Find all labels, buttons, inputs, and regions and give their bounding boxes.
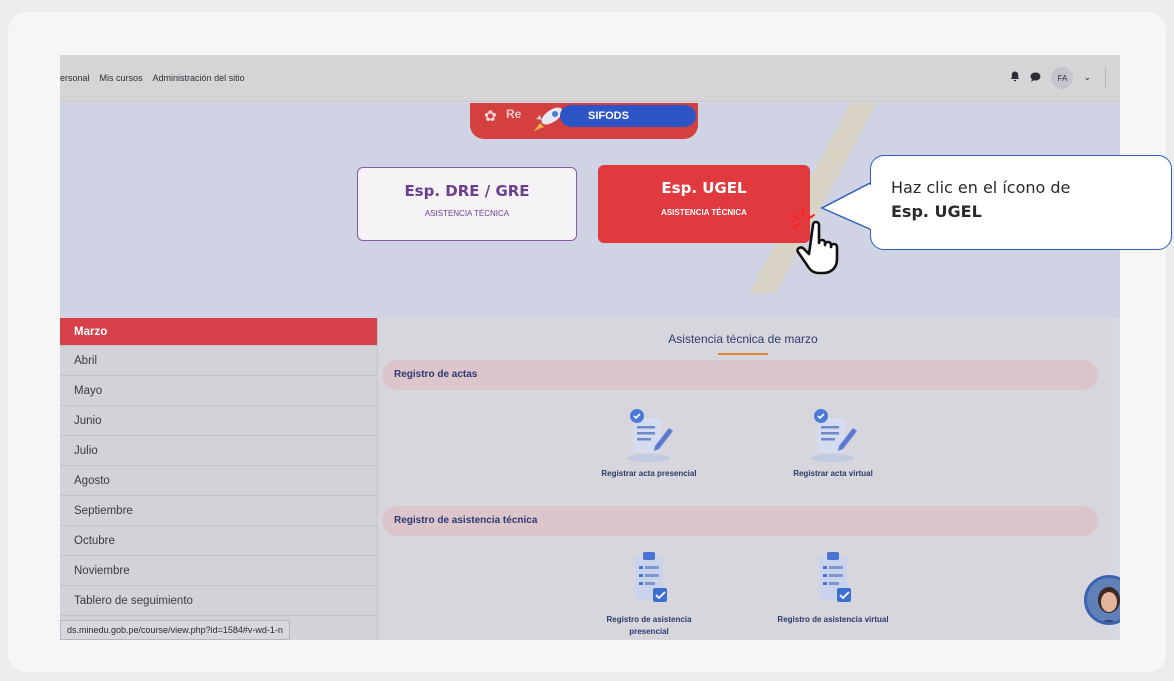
sidebar-item-abril[interactable]: Abril [60,346,377,376]
sidebar-item-agosto[interactable]: Agosto [60,466,377,496]
chat-bubble-icon[interactable] [1030,72,1041,85]
tile-acta-presencial[interactable]: Registrar acta presencial [574,404,724,480]
dre-subtitle: ASISTENCIA TÉCNICA [424,209,510,218]
browser-screenshot: ersonal Mis cursos Administración del si… [60,55,1120,640]
clipboard-check-icon [819,552,851,602]
tile-acta-virtual[interactable]: Registrar acta virtual [758,404,908,480]
nav-right: FA ⌄ [1010,67,1106,89]
recursos-label-left: Re [506,107,522,121]
nav-link-personal[interactable]: ersonal [60,73,90,83]
section-registro-actas: Registro de actas [382,360,1098,390]
gear-icon: ✿ [484,107,497,125]
instruction-callout: Haz clic en el ícono de Esp. UGEL [870,155,1172,250]
person-avatar-icon [1087,578,1120,622]
sidebar-item-octubre[interactable]: Octubre [60,526,377,556]
bell-icon[interactable] [1010,71,1020,85]
tile-label: Registro de asistencia [606,615,692,624]
page-title: Asistencia técnica de marzo [668,332,818,346]
tile-label-line2: presencial [629,627,669,636]
esp-dre-gre-button[interactable]: Esp. DRE / GRE ASISTENCIA TÉCNICA [357,167,577,241]
sidebar-item-marzo[interactable]: Marzo [60,318,377,346]
title-underline [718,353,768,355]
clipboard-check-icon [635,552,667,602]
main-content: Asistencia técnica de marzo Registro de … [377,318,1107,640]
callout-pointer [820,181,873,231]
sidebar-item-tablero[interactable]: Tablero de seguimiento [60,586,377,616]
section-registro-asistencia: Registro de asistencia técnica [382,506,1098,536]
callout-line1: Haz clic en el ícono de [891,178,1071,197]
document-edit-icon [811,409,857,462]
esp-ugel-button[interactable]: Esp. UGEL ASISTENCIA TÉCNICA [598,165,810,243]
sifods-badge: SIFODS [560,105,696,127]
callout-text: Haz clic en el ícono de Esp. UGEL [891,176,1070,224]
status-bar-url: ds.minedu.gob.pe/course/view.php?id=1584… [60,620,290,640]
nav-link-admin[interactable]: Administración del sitio [153,73,245,83]
nav-links: ersonal Mis cursos Administración del si… [60,73,245,83]
tile-label: Registro de asistencia virtual [777,615,889,624]
sidebar-item-julio[interactable]: Julio [60,436,377,466]
ugel-title: Esp. UGEL [661,179,747,197]
tile-asistencia-presencial[interactable]: Registro de asistencia presencial [574,548,724,638]
document-edit-icon [627,409,673,462]
user-avatar[interactable]: FA [1051,67,1074,89]
chevron-down-icon[interactable]: ⌄ [1083,73,1091,83]
callout-bold: Esp. UGEL [891,202,982,221]
nav-link-mis-cursos[interactable]: Mis cursos [100,73,143,83]
divider [1105,67,1106,89]
callout-pointer-cover [870,185,874,229]
dre-title: Esp. DRE / GRE [404,182,530,200]
month-sidebar: Marzo Abril Mayo Junio Julio Agosto Sept… [60,318,377,640]
ugel-subtitle: ASISTENCIA TÉCNICA [661,208,747,217]
top-navbar: ersonal Mis cursos Administración del si… [60,55,1120,102]
sidebar-item-septiembre[interactable]: Septiembre [60,496,377,526]
tile-label: Registrar acta virtual [793,469,873,478]
sidebar-item-noviembre[interactable]: Noviembre [60,556,377,586]
tile-label: Registrar acta presencial [601,469,697,478]
sidebar-item-mayo[interactable]: Mayo [60,376,377,406]
sidebar-item-junio[interactable]: Junio [60,406,377,436]
tile-asistencia-virtual[interactable]: Registro de asistencia virtual [758,548,908,626]
